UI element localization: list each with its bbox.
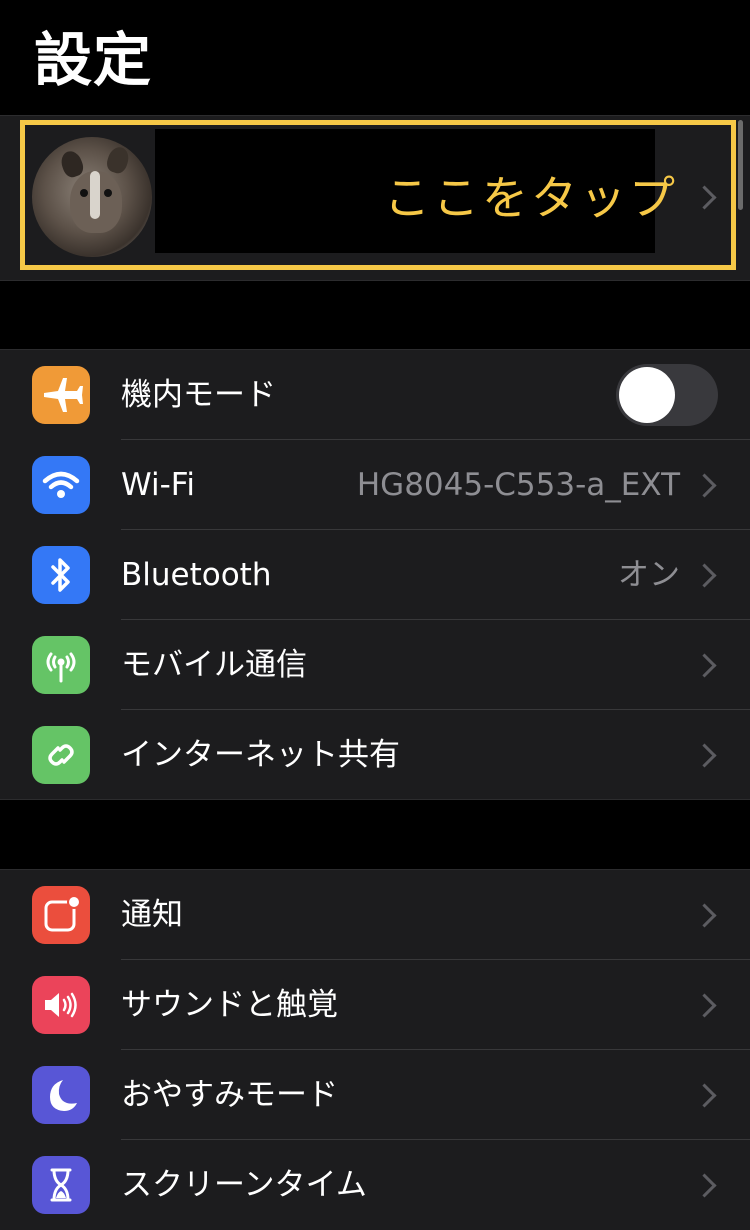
bluetooth-row[interactable]: Bluetooth オン bbox=[0, 530, 750, 620]
sounds-haptics-row[interactable]: サウンドと触覚 bbox=[0, 960, 750, 1050]
personal-hotspot-label: インターネット共有 bbox=[121, 737, 400, 773]
wifi-icon bbox=[32, 456, 90, 514]
chevron-right-icon bbox=[692, 993, 717, 1018]
page-title: 設定 bbox=[34, 26, 153, 94]
chevron-right-icon bbox=[692, 1173, 717, 1198]
airplane-icon bbox=[32, 366, 90, 424]
tap-here-callout: ここをタップ bbox=[384, 171, 678, 225]
airplane-mode-row: 機内モード bbox=[0, 350, 750, 440]
moon-icon bbox=[32, 1066, 90, 1124]
notifications-group: 通知 サウンドと触覚 おやすみモード スクリーンタイム bbox=[0, 869, 750, 1230]
chevron-right-icon bbox=[692, 563, 717, 588]
screen-time-row[interactable]: スクリーンタイム bbox=[0, 1140, 750, 1230]
chevron-right-icon bbox=[692, 743, 717, 768]
mobile-data-label: モバイル通信 bbox=[121, 647, 307, 683]
bluetooth-label: Bluetooth bbox=[121, 557, 272, 593]
sounds-haptics-label: サウンドと触覚 bbox=[121, 987, 338, 1023]
wifi-label: Wi-Fi bbox=[121, 467, 195, 503]
connectivity-group: 機内モード Wi-Fi HG8045-C553-a_EXT Bluetooth … bbox=[0, 349, 750, 800]
scrollbar[interactable] bbox=[738, 120, 743, 210]
antenna-icon bbox=[32, 636, 90, 694]
airplane-mode-toggle[interactable] bbox=[616, 364, 718, 426]
personal-hotspot-row[interactable]: インターネット共有 bbox=[0, 710, 750, 800]
do-not-disturb-label: おやすみモード bbox=[121, 1077, 338, 1113]
do-not-disturb-row[interactable]: おやすみモード bbox=[0, 1050, 750, 1140]
chevron-right-icon bbox=[692, 653, 717, 678]
notifications-icon bbox=[32, 886, 90, 944]
hourglass-icon bbox=[32, 1156, 90, 1214]
chevron-right-icon bbox=[692, 1083, 717, 1108]
screen-time-label: スクリーンタイム bbox=[121, 1167, 367, 1203]
hotspot-icon bbox=[32, 726, 90, 784]
speaker-icon bbox=[32, 976, 90, 1034]
wifi-row[interactable]: Wi-Fi HG8045-C553-a_EXT bbox=[0, 440, 750, 530]
profile-avatar[interactable] bbox=[32, 137, 152, 257]
bluetooth-icon bbox=[32, 546, 90, 604]
bluetooth-status-value: オン bbox=[618, 557, 680, 593]
wifi-network-value: HG8045-C553-a_EXT bbox=[356, 467, 680, 503]
chevron-right-icon bbox=[692, 903, 717, 928]
mobile-data-row[interactable]: モバイル通信 bbox=[0, 620, 750, 710]
airplane-mode-label: 機内モード bbox=[121, 377, 276, 413]
notifications-label: 通知 bbox=[121, 897, 183, 933]
notifications-row[interactable]: 通知 bbox=[0, 870, 750, 960]
chevron-right-icon bbox=[692, 473, 717, 498]
